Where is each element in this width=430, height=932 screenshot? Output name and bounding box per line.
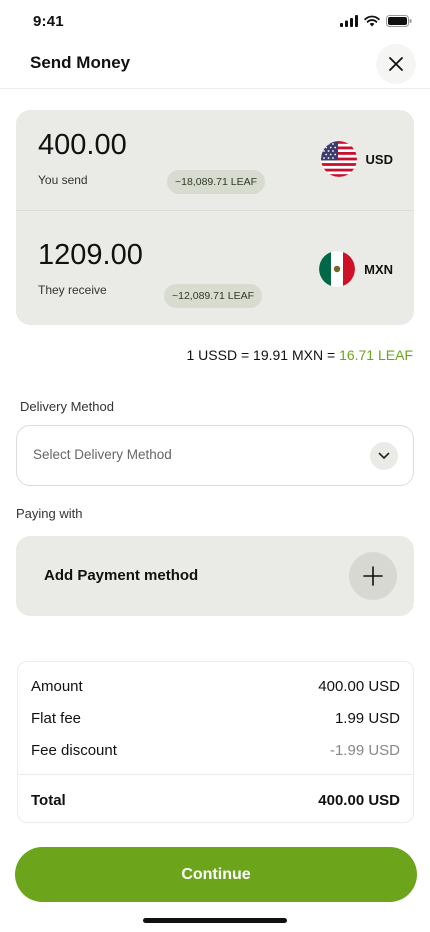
exchange-rate: 1 USSD = 19.91 MXN = 16.71 LEAF	[187, 347, 414, 363]
send-currency-code: USD	[365, 151, 393, 167]
rate-equals-2: =	[323, 347, 340, 363]
summary-label: Amount	[31, 678, 83, 695]
close-button[interactable]	[376, 44, 416, 84]
delivery-method-label: Delivery Method	[20, 399, 114, 414]
close-icon	[389, 57, 403, 71]
status-time: 9:41	[33, 13, 64, 30]
total-value: 400.00 USD	[318, 792, 400, 809]
summary-value: 1.99 USD	[334, 710, 400, 727]
summary-label: Flat fee	[31, 710, 82, 727]
signal-icon	[340, 15, 358, 27]
rate-leaf: 16.71 LEAF	[339, 347, 413, 363]
summary-divider	[18, 774, 413, 775]
summary-value: -1.99 USD	[329, 742, 400, 759]
chevron-down-icon[interactable]	[370, 442, 398, 470]
mexico-flag-icon	[319, 251, 356, 287]
send-amount-label: You send	[38, 173, 88, 187]
status-bar: 9:41	[0, 0, 430, 44]
us-flag-icon	[320, 141, 357, 177]
page-title: Send Money	[30, 53, 131, 72]
home-indicator	[143, 918, 287, 923]
chevron-down-glyph	[378, 452, 390, 459]
add-payment-button[interactable]	[349, 552, 397, 600]
battery-icon	[386, 15, 412, 27]
wifi-icon	[364, 15, 380, 27]
nav-header: Send Money	[0, 44, 430, 89]
receive-currency-selector[interactable]: MXN	[319, 251, 393, 287]
receive-amount-label: They receive	[38, 283, 107, 297]
continue-button[interactable]: Continue	[15, 847, 417, 902]
summary-row-flat-fee: Flat fee 1.99 USD	[31, 710, 400, 727]
receive-currency-code: MXN	[364, 261, 393, 277]
rate-from: 1 USSD	[186, 347, 238, 363]
exchange-divider	[16, 210, 414, 211]
add-payment-method-label: Add Payment method	[44, 567, 199, 584]
status-icons	[340, 15, 412, 27]
summary-row-amount: Amount 400.00 USD	[31, 678, 400, 695]
send-currency-selector[interactable]: USD	[320, 141, 393, 177]
delivery-method-select[interactable]: Select Delivery Method	[16, 425, 414, 486]
rate-equals-1: =	[237, 347, 254, 363]
summary-label: Fee discount	[31, 742, 117, 759]
summary-row-total: Total 400.00 USD	[31, 792, 400, 809]
send-amount-input[interactable]: 400.00	[38, 129, 127, 162]
add-payment-method-card[interactable]: Add Payment method	[16, 536, 414, 616]
summary-row-fee-discount: Fee discount -1.99 USD	[31, 742, 400, 759]
receive-leaf-estimate: ~12,089.71 LEAF	[164, 284, 263, 308]
delivery-method-placeholder: Select Delivery Method	[33, 447, 172, 462]
payment-summary: Amount 400.00 USD Flat fee 1.99 USD Fee …	[17, 661, 414, 823]
receive-amount-input[interactable]: 1209.00	[38, 239, 143, 272]
total-label: Total	[31, 792, 66, 809]
send-leaf-estimate: ~18,089.71 LEAF	[167, 170, 266, 194]
summary-value: 400.00 USD	[318, 678, 400, 695]
plus-icon	[363, 566, 383, 586]
rate-to: 19.91 MXN	[253, 347, 324, 363]
exchange-card: 400.00 You send ~18,089.71 LEAF USD 1209…	[16, 110, 414, 325]
paying-with-label: Paying with	[16, 506, 83, 521]
